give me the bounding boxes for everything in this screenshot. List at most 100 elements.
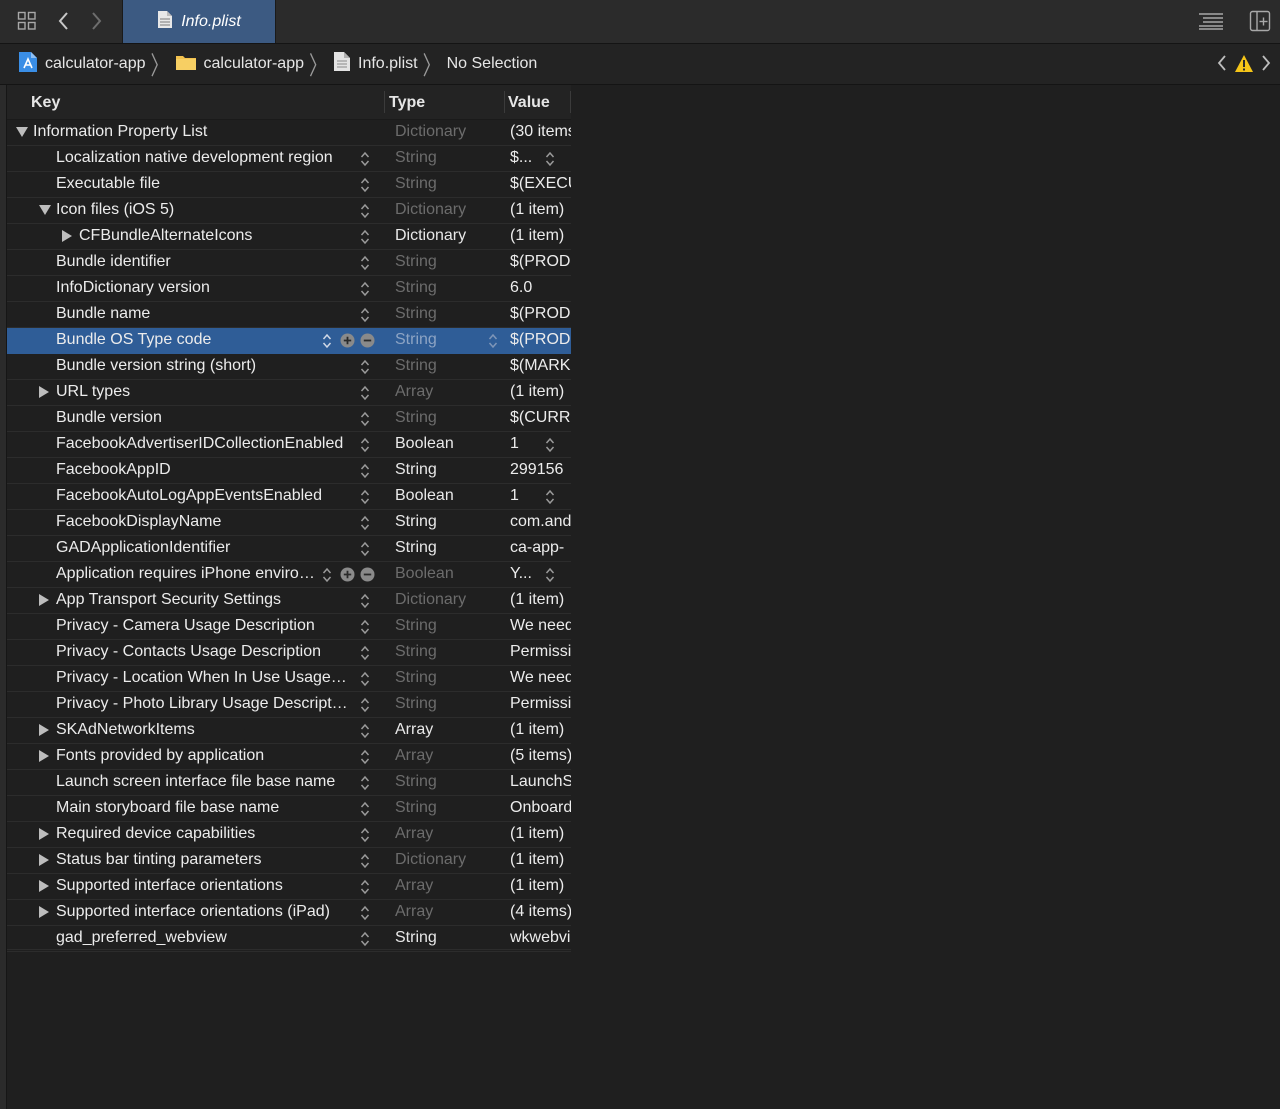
- row-value[interactable]: (1 item): [510, 877, 571, 895]
- row-value[interactable]: (1 item): [510, 227, 571, 245]
- row-value[interactable]: Onboarding: [510, 799, 571, 817]
- key-stepper-icon[interactable]: [360, 905, 370, 921]
- key-stepper-icon[interactable]: [360, 411, 370, 427]
- row-type[interactable]: String: [395, 513, 437, 531]
- table-row[interactable]: Bundle OS Type code String $(PRODUCT_BUNDL…: [7, 328, 571, 354]
- table-row[interactable]: Privacy - Location When In Use Usage Des…: [7, 666, 571, 692]
- row-value[interactable]: com.and: [510, 513, 571, 531]
- key-stepper-icon[interactable]: [360, 203, 370, 219]
- value-popup-stepper-icon[interactable]: [545, 567, 555, 583]
- row-type[interactable]: String: [395, 643, 437, 661]
- disclosure-triangle-right-icon[interactable]: [39, 386, 49, 398]
- row-value[interactable]: (1 item): [510, 201, 571, 219]
- row-value[interactable]: (1 item): [510, 825, 571, 843]
- disclosure-triangle-right-icon[interactable]: [39, 906, 49, 918]
- value-popup-stepper-icon[interactable]: [545, 151, 555, 167]
- row-type[interactable]: String: [395, 279, 437, 297]
- table-row[interactable]: GADApplicationIdentifier String ca-app-: [7, 536, 571, 562]
- row-value[interactable]: Permission: [510, 643, 571, 661]
- forward-chevron-icon[interactable]: [84, 8, 108, 34]
- row-value[interactable]: (30 items): [510, 123, 571, 141]
- key-stepper-icon[interactable]: [322, 333, 332, 349]
- row-value[interactable]: $(PRODUCT_BUNDLE_PACKAGE_TYPE): [510, 331, 571, 349]
- row-value[interactable]: $(PRODUCT_NAME): [510, 305, 571, 323]
- row-value[interactable]: $(EXECUTABLE_NAME): [510, 175, 571, 193]
- disclosure-triangle-right-icon[interactable]: [39, 750, 49, 762]
- key-stepper-icon[interactable]: [360, 931, 370, 947]
- row-type[interactable]: String: [395, 669, 437, 687]
- table-row[interactable]: Executable file String $(EXECUTABLE_NAME): [7, 172, 571, 198]
- table-row[interactable]: Fonts provided by application Array (5 ite…: [7, 744, 571, 770]
- row-value[interactable]: LaunchScreen: [510, 773, 571, 791]
- editor-options-lines-icon[interactable]: [1196, 8, 1226, 34]
- row-value[interactable]: We need: [510, 669, 571, 687]
- row-type[interactable]: String: [395, 357, 437, 375]
- key-stepper-icon[interactable]: [360, 515, 370, 531]
- key-stepper-icon[interactable]: [360, 255, 370, 271]
- row-value[interactable]: ca-app-: [510, 539, 571, 557]
- table-row[interactable]: Privacy - Camera Usage Description String…: [7, 614, 571, 640]
- key-stepper-icon[interactable]: [360, 801, 370, 817]
- row-value[interactable]: 299156: [510, 461, 571, 479]
- key-stepper-icon[interactable]: [360, 671, 370, 687]
- key-stepper-icon[interactable]: [360, 151, 370, 167]
- key-stepper-icon[interactable]: [360, 593, 370, 609]
- row-type[interactable]: String: [395, 799, 437, 817]
- table-row[interactable]: Icon files (iOS 5) Dictionary (1 item): [7, 198, 571, 224]
- table-row[interactable]: Status bar tinting parameters Dictionary (…: [7, 848, 571, 874]
- key-stepper-icon[interactable]: [360, 827, 370, 843]
- row-type[interactable]: String: [395, 253, 437, 271]
- warning-icon[interactable]: [1234, 54, 1254, 78]
- row-value[interactable]: We need: [510, 617, 571, 635]
- remove-row-icon[interactable]: [360, 333, 375, 348]
- row-value[interactable]: 1: [510, 435, 540, 453]
- table-row[interactable]: FacebookAdvertiserIDCollectionEnabled Boo…: [7, 432, 571, 458]
- key-stepper-icon[interactable]: [360, 489, 370, 505]
- row-type[interactable]: Array: [395, 903, 433, 921]
- table-row[interactable]: App Transport Security Settings Dictionar…: [7, 588, 571, 614]
- row-value[interactable]: 6.0: [510, 279, 571, 297]
- key-stepper-icon[interactable]: [360, 853, 370, 869]
- row-type[interactable]: Dictionary: [395, 227, 466, 245]
- row-value[interactable]: $...: [510, 149, 540, 167]
- row-value[interactable]: 1: [510, 487, 540, 505]
- row-value[interactable]: (1 item): [510, 383, 571, 401]
- table-row[interactable]: Localization native development region St…: [7, 146, 571, 172]
- value-popup-stepper-icon[interactable]: [545, 437, 555, 453]
- row-type[interactable]: String: [395, 617, 437, 635]
- row-type[interactable]: Boolean: [395, 435, 454, 453]
- key-stepper-icon[interactable]: [360, 879, 370, 895]
- row-type[interactable]: Array: [395, 825, 433, 843]
- add-row-icon[interactable]: [340, 567, 355, 582]
- row-type[interactable]: String: [395, 175, 437, 193]
- table-row[interactable]: Privacy - Contacts Usage Description Stri…: [7, 640, 571, 666]
- row-type[interactable]: Array: [395, 747, 433, 765]
- row-value[interactable]: (5 items): [510, 747, 571, 765]
- value-popup-stepper-icon[interactable]: [545, 489, 555, 505]
- row-value[interactable]: Permission: [510, 695, 571, 713]
- row-value[interactable]: (1 item): [510, 851, 571, 869]
- table-row[interactable]: URL types Array (1 item): [7, 380, 571, 406]
- row-value[interactable]: (1 item): [510, 591, 571, 609]
- disclosure-triangle-right-icon[interactable]: [62, 230, 72, 242]
- row-type[interactable]: String: [395, 695, 437, 713]
- table-row[interactable]: Bundle name String $(PRODUCT_NAME): [7, 302, 571, 328]
- add-row-icon[interactable]: [340, 333, 355, 348]
- disclosure-triangle-down-icon[interactable]: [39, 205, 51, 215]
- row-type[interactable]: String: [395, 539, 437, 557]
- breadcrumb-group[interactable]: calculator-app: [175, 53, 304, 76]
- key-stepper-icon[interactable]: [360, 749, 370, 765]
- table-row[interactable]: Main storyboard file base name String Onbo…: [7, 796, 571, 822]
- table-row[interactable]: Required device capabilities Array (1 item…: [7, 822, 571, 848]
- next-issue-chevron-icon[interactable]: [1260, 53, 1272, 78]
- row-value[interactable]: (1 item): [510, 721, 571, 739]
- row-type[interactable]: Boolean: [395, 565, 454, 583]
- column-header-value[interactable]: Value: [508, 94, 550, 112]
- table-row[interactable]: Bundle version String $(CURRENT_PROJECT_VE…: [7, 406, 571, 432]
- type-stepper-icon[interactable]: [488, 333, 498, 349]
- disclosure-triangle-right-icon[interactable]: [39, 724, 49, 736]
- breadcrumb-selection[interactable]: No Selection: [447, 55, 538, 73]
- disclosure-triangle-down-icon[interactable]: [16, 127, 28, 137]
- remove-row-icon[interactable]: [360, 567, 375, 582]
- row-type[interactable]: Array: [395, 877, 433, 895]
